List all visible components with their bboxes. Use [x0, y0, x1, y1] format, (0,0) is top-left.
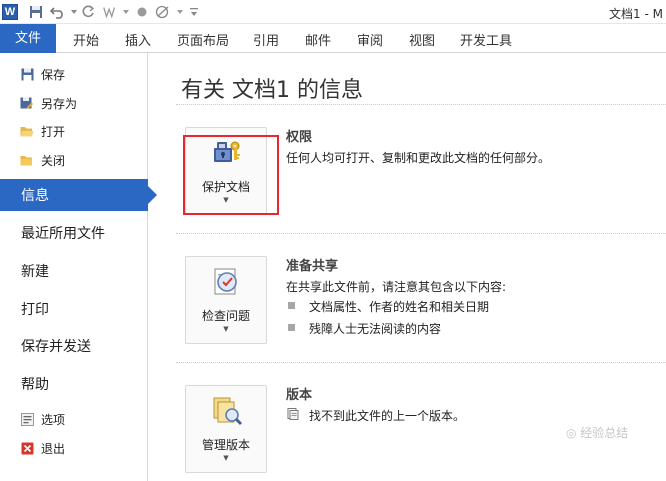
- page-title: 有关 文档1 的信息: [181, 78, 363, 103]
- nav-info-label: 信息: [21, 188, 49, 204]
- check-issues-label: 检查问题: [201, 309, 250, 323]
- tab-mailings[interactable]: 邮件: [305, 30, 331, 49]
- redo-icon[interactable]: [80, 4, 96, 20]
- format-painter-icon[interactable]: [102, 4, 118, 20]
- tab-references[interactable]: 引用: [253, 30, 279, 49]
- window-title: 文档1 - M: [609, 7, 663, 21]
- prepare-desc: 在共享此文件前，请注意其包含以下内容:: [286, 280, 507, 294]
- manage-versions-label: 管理版本: [201, 438, 250, 452]
- check-issues-button[interactable]: 检查问题 ▼: [185, 256, 267, 344]
- divider: [176, 233, 666, 234]
- nav-new-label: 新建: [21, 264, 49, 280]
- undo-icon[interactable]: [50, 4, 66, 20]
- nav-print[interactable]: 打印: [0, 293, 148, 325]
- save-icon[interactable]: [28, 4, 44, 20]
- permissions-title: 权限: [286, 130, 313, 145]
- nav-options[interactable]: 选项: [0, 407, 148, 431]
- versions-desc: 找不到此文件的上一个版本。: [309, 409, 466, 423]
- exit-icon: [20, 441, 34, 455]
- tab-developer[interactable]: 开发工具: [460, 30, 512, 49]
- quick-access-toolbar: W 文档1 - M: [0, 0, 666, 24]
- nav-info[interactable]: 信息: [0, 179, 157, 211]
- nav-exit[interactable]: 退出: [0, 436, 148, 460]
- nav-save-label: 保存: [41, 67, 66, 82]
- nav-save-send-label: 保存并发送: [21, 339, 91, 355]
- nav-new[interactable]: 新建: [0, 255, 148, 287]
- chevron-down-icon: ▼: [223, 325, 229, 333]
- nav-save[interactable]: 保存: [0, 62, 148, 86]
- tab-review[interactable]: 审阅: [357, 30, 383, 49]
- nav-recent-label: 最近所用文件: [21, 226, 105, 242]
- nav-options-label: 选项: [41, 412, 66, 427]
- record-icon[interactable]: [134, 4, 150, 20]
- prepare-bullet-2: 残障人士无法阅读的内容: [309, 322, 442, 336]
- format-dropdown-icon[interactable]: [118, 4, 134, 20]
- ribbon-tabs: 文件 开始 插入 页面布局 引用 邮件 审阅 视图 开发工具: [0, 24, 666, 53]
- customize-dropdown-icon[interactable]: [186, 4, 202, 20]
- nav-open[interactable]: 打开: [0, 119, 148, 143]
- backstage-nav: 保存 另存为 打开 关闭 信息 最近所用文件 新建 打印 保存并发送 帮助 选项…: [0, 53, 157, 481]
- tab-insert[interactable]: 插入: [125, 30, 151, 49]
- prepare-title: 准备共享: [286, 259, 339, 274]
- nav-save-as-label: 另存为: [41, 96, 78, 111]
- options-icon: [20, 412, 34, 426]
- versions-icon: [210, 394, 244, 428]
- nav-open-label: 打开: [41, 124, 66, 139]
- nav-recent[interactable]: 最近所用文件: [0, 217, 148, 249]
- permissions-desc: 任何人均可打开、复制和更改此文档的任何部分。: [286, 151, 551, 165]
- document-version-icon: [287, 405, 299, 420]
- open-folder-icon: [20, 124, 34, 138]
- prepare-bullet-1: 文档属性、作者的姓名和相关日期: [309, 300, 490, 314]
- inspect-document-icon: [210, 265, 244, 299]
- nav-print-label: 打印: [21, 302, 49, 318]
- manage-versions-button[interactable]: 管理版本 ▼: [185, 385, 267, 473]
- nav-close-label: 关闭: [41, 153, 66, 168]
- tab-home[interactable]: 开始: [73, 30, 99, 49]
- no-edit-icon[interactable]: [155, 4, 171, 20]
- close-folder-icon: [20, 153, 34, 167]
- bullet-icon: [288, 324, 295, 331]
- watermark: ◎ 经验总结: [566, 426, 629, 440]
- nav-help[interactable]: 帮助: [0, 368, 148, 400]
- divider: [176, 104, 666, 105]
- nav-save-send[interactable]: 保存并发送: [0, 330, 148, 362]
- versions-title: 版本: [286, 388, 313, 403]
- nav-exit-label: 退出: [41, 441, 66, 456]
- nav-help-label: 帮助: [21, 377, 49, 393]
- tab-page-layout[interactable]: 页面布局: [177, 30, 229, 49]
- save-icon: [20, 67, 34, 81]
- divider: [176, 362, 666, 363]
- bullet-icon: [288, 302, 295, 309]
- nav-close[interactable]: 关闭: [0, 148, 148, 172]
- nav-save-as[interactable]: 另存为: [0, 91, 148, 115]
- word-logo-icon[interactable]: W: [2, 4, 18, 20]
- tab-view[interactable]: 视图: [409, 30, 435, 49]
- tab-file[interactable]: 文件: [0, 24, 56, 53]
- save-as-icon: [20, 96, 34, 110]
- highlight-box: [183, 135, 279, 215]
- chevron-down-icon: ▼: [223, 454, 229, 462]
